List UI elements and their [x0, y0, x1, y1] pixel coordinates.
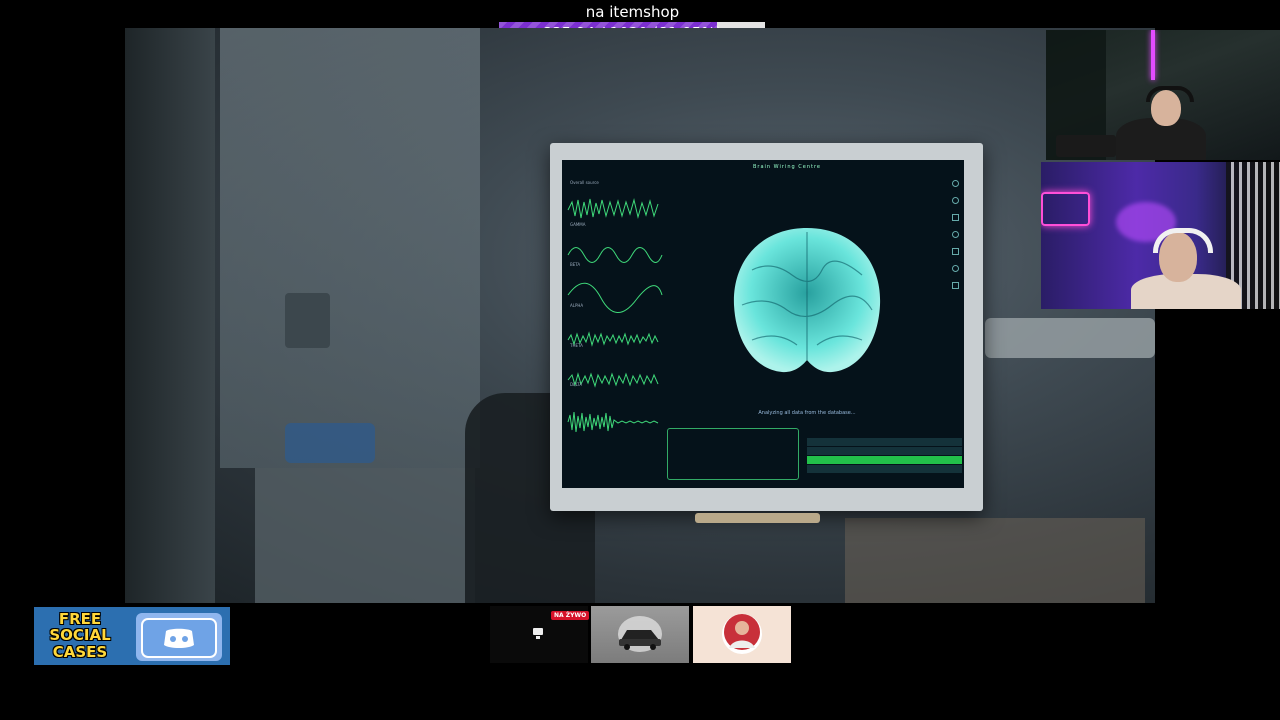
brain-hologram [733, 228, 881, 373]
monitor-stand [695, 513, 820, 523]
neon-sign [1041, 192, 1090, 226]
process-row [807, 465, 962, 473]
wall-panel [285, 293, 330, 348]
person-thumbnail[interactable] [693, 606, 791, 663]
wave-label-gamma: GAMMA [570, 222, 586, 227]
webcam-top [1046, 30, 1280, 160]
process-row [807, 447, 962, 455]
webcam-bottom [1041, 162, 1280, 309]
live-badge: NA ŻYWO [551, 611, 590, 620]
monitor-screen: Brain Wiring Centre Overall source GAMMA… [562, 160, 964, 488]
cabinet [845, 518, 1145, 603]
wave-label-beta: BETA [570, 262, 581, 267]
banner-text-free: FREE [58, 610, 102, 628]
wave-label-theta: THETA [570, 343, 583, 348]
banner-text-social: SOCIAL [49, 626, 111, 644]
analyzing-status: Analyzing all data from the database... [758, 410, 856, 416]
monitor-mount-arm [985, 318, 1155, 358]
goal-title: na itemshop [585, 3, 680, 21]
desk [255, 468, 475, 603]
process-row-active [807, 456, 962, 464]
door-frame [125, 28, 215, 603]
control-panel [667, 428, 799, 480]
wave-label-overall: Overall source [570, 180, 599, 185]
headset [1153, 228, 1213, 253]
screen-title: Brain Wiring Centre [752, 164, 822, 170]
monitor: Brain Wiring Centre Overall source GAMMA… [550, 143, 983, 511]
wave-label-alpha: ALPHA [570, 303, 584, 308]
monitor-icon-stand [536, 636, 540, 639]
neon-light [1151, 30, 1155, 80]
main-video: Brain Wiring Centre Overall source GAMMA… [125, 28, 1155, 603]
discord-case-icon [136, 613, 222, 661]
wave-label-delta: DELTA [570, 382, 583, 387]
person-icon [722, 614, 762, 654]
screen-toolbar [952, 180, 959, 420]
headset [1146, 86, 1194, 102]
process-list [807, 438, 962, 478]
banner-text-cases: CASES [52, 643, 108, 661]
car-icon [618, 616, 662, 652]
blue-object [285, 423, 375, 463]
car-thumbnail[interactable] [591, 606, 689, 663]
background-wall [220, 28, 480, 468]
brainwave-graphs [567, 198, 663, 433]
keyboard [1056, 135, 1116, 157]
process-row [807, 438, 962, 446]
monitor-icon [533, 628, 543, 635]
free-cases-banner[interactable]: FREE SOCIAL CASES [34, 607, 230, 665]
